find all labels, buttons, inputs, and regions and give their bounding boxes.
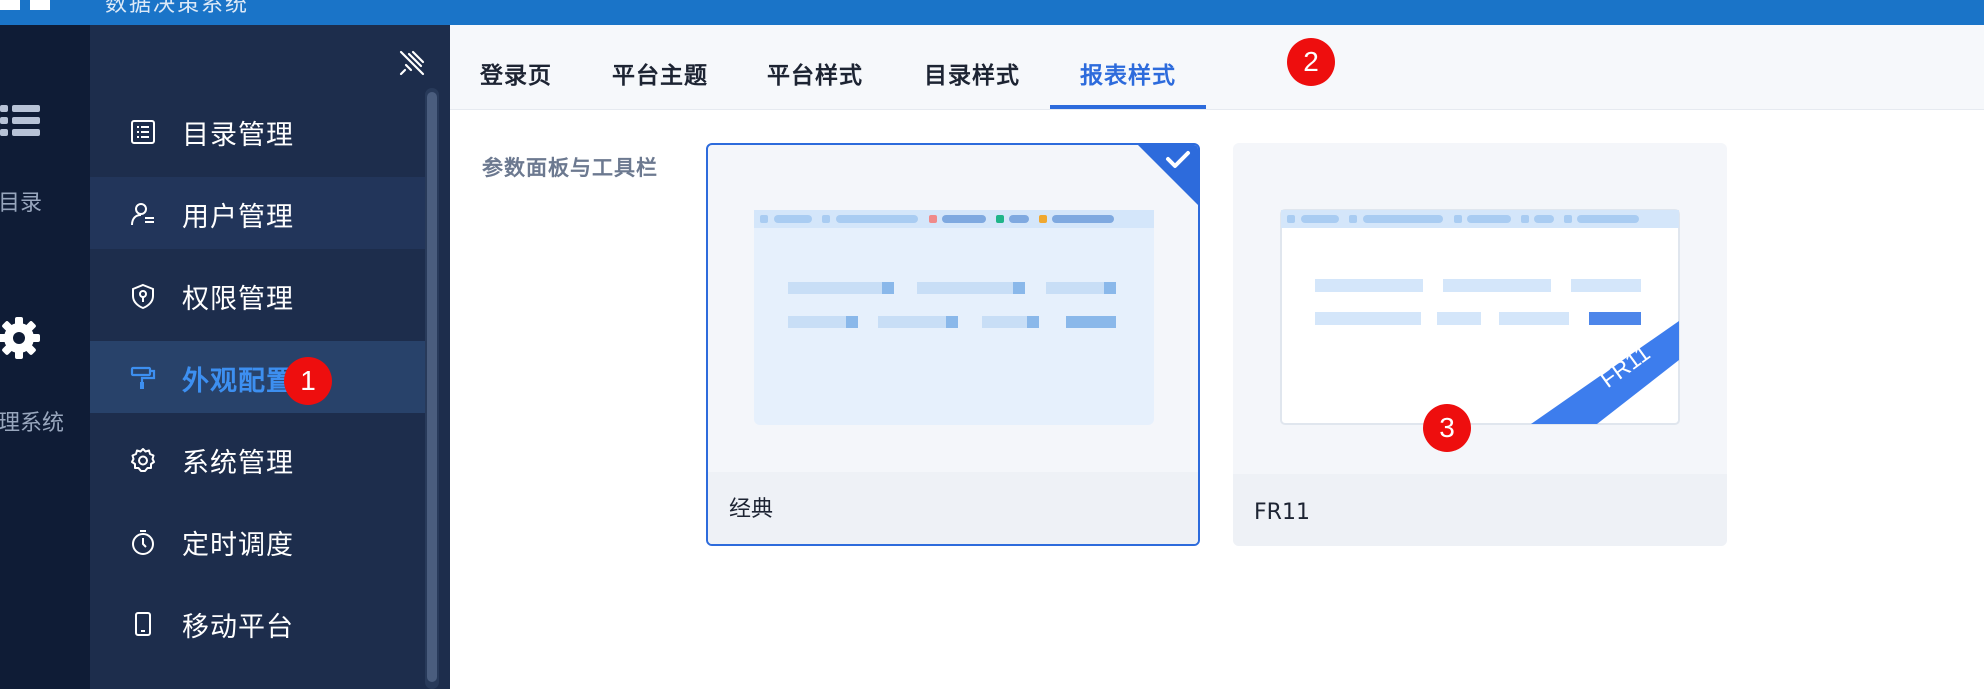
selected-check-icon — [1138, 145, 1198, 205]
sidebar-item-label: 用户管理 — [182, 202, 294, 233]
top-bar: 数据决策系统 — [0, 0, 1984, 25]
sidebar-item-label: 外观配置 — [182, 366, 294, 397]
catalog-list-icon — [131, 120, 155, 144]
style-name: FR11 — [1254, 500, 1310, 525]
app-title: 数据决策系统 — [105, 0, 250, 17]
tab-platform-theme[interactable]: 平台主题 — [612, 56, 708, 90]
user-icon — [131, 203, 154, 226]
unpin-icon[interactable] — [397, 48, 427, 78]
style-card-classic[interactable]: 经典 — [706, 143, 1200, 546]
rail-label-catalog: 目录 — [0, 191, 43, 216]
shield-icon — [132, 283, 154, 309]
sidebar-item-label: 移动平台 — [182, 612, 294, 643]
rail-item-catalog[interactable]: 目录 — [0, 95, 90, 225]
annotation-badge-1: 1 — [284, 357, 332, 405]
mobile-icon — [135, 612, 151, 636]
list-icon — [0, 105, 40, 136]
sidebar-item-catalog[interactable]: 目录管理 — [90, 95, 425, 167]
section-label: 参数面板与工具栏 — [482, 156, 658, 180]
sidebar-scroll-thumb[interactable] — [427, 92, 437, 682]
tab-platform-style[interactable]: 平台样式 — [767, 56, 863, 90]
fr11-style-preview — [1280, 209, 1680, 425]
card-footer — [708, 472, 1198, 544]
annotation-badge-2: 2 — [1287, 38, 1335, 86]
logo-icon — [0, 0, 50, 10]
tab-report-style[interactable]: 报表样式 — [1080, 56, 1176, 90]
sidebar-item-scheduler[interactable]: 定时调度 — [90, 505, 425, 577]
tab-active-indicator — [1050, 105, 1206, 109]
gear-icon — [0, 317, 40, 359]
rail-item-admin[interactable]: 管理系统 — [0, 315, 90, 445]
sidebar-item-system[interactable]: 系统管理 — [90, 423, 425, 495]
paint-roller-icon — [130, 366, 156, 389]
timer-icon — [132, 530, 154, 555]
style-card-fr11[interactable]: FR11 FR11 — [1233, 143, 1727, 546]
sidebar-item-label: 定时调度 — [182, 530, 294, 561]
sidebar-item-users[interactable]: 用户管理 — [90, 177, 425, 249]
sidebar-item-permissions[interactable]: 权限管理 — [90, 259, 425, 331]
sidebar-scrollbar[interactable] — [425, 88, 439, 689]
sidebar-item-appearance[interactable]: 外观配置 — [90, 341, 425, 413]
main-content — [450, 25, 1984, 689]
annotation-badge-3: 3 — [1423, 404, 1471, 452]
sidebar-item-label: 系统管理 — [182, 448, 294, 479]
rail-label-admin: 管理系统 — [0, 411, 65, 436]
sidebar-item-label: 目录管理 — [182, 120, 294, 151]
gear-icon — [131, 448, 155, 472]
style-name: 经典 — [729, 497, 774, 522]
classic-style-preview — [754, 210, 1154, 425]
tab-catalog-style[interactable]: 目录样式 — [924, 56, 1020, 90]
sidebar-item-mobile[interactable]: 移动平台 — [90, 587, 425, 659]
sidebar-item-label: 权限管理 — [182, 284, 294, 315]
tab-login-page[interactable]: 登录页 — [480, 56, 552, 90]
